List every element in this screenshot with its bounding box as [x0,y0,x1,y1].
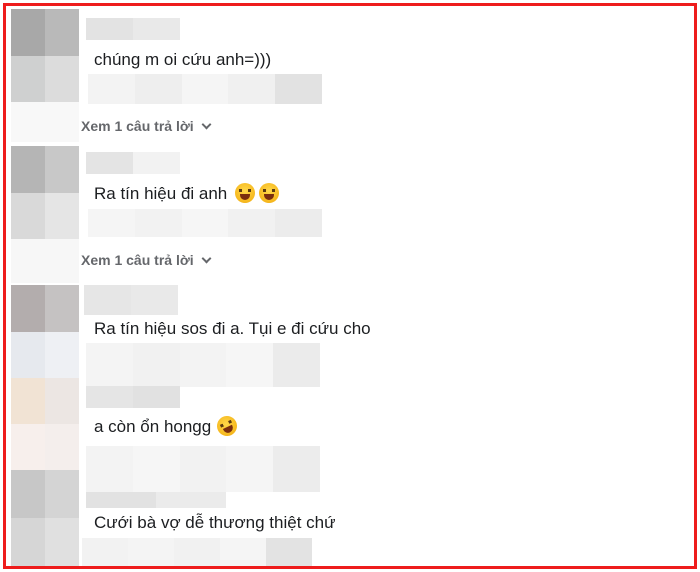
comment-text: a còn ổn hongg [94,412,241,440]
comment-text: chúng m oi cứu anh=))) [94,50,272,69]
avatar[interactable] [11,146,79,239]
face-with-tears-of-joy-icon [235,183,256,203]
comment-text: Cưới bà vợ dễ thương thiệt chứ [94,513,336,532]
avatar-spacer [11,102,79,142]
view-replies-link[interactable]: Xem 1 câu trả lời [81,251,212,269]
face-with-tears-of-joy-icon [259,183,280,203]
comment-actions[interactable] [86,343,320,387]
view-replies-link[interactable]: Xem 1 câu trả lời [81,117,212,135]
comment-actions[interactable] [82,538,312,566]
comment-text: Ra tín hiệu đi anh [94,183,280,205]
commenter-name[interactable] [86,386,180,408]
comment-text: Ra tín hiệu sos đi a. Tụi e đi cứu cho [94,319,371,338]
chevron-down-icon [201,253,212,264]
commenter-name[interactable] [86,152,180,174]
comment-actions[interactable] [88,209,322,237]
chevron-down-icon [201,119,212,130]
comment-actions[interactable] [86,446,320,492]
avatar[interactable] [11,470,79,566]
commenter-name[interactable] [86,492,226,508]
avatar-spacer [11,239,79,283]
avatar[interactable] [11,9,79,102]
avatar[interactable] [11,378,79,470]
avatar[interactable] [11,285,79,378]
comment-actions[interactable] [88,74,322,104]
commenter-name[interactable] [86,18,180,40]
rolling-on-floor-laughing-icon [213,412,241,440]
commenter-name[interactable] [84,285,178,315]
screenshot-frame: chúng m oi cứu anh=))) Xem 1 câu trả lời… [3,3,697,569]
